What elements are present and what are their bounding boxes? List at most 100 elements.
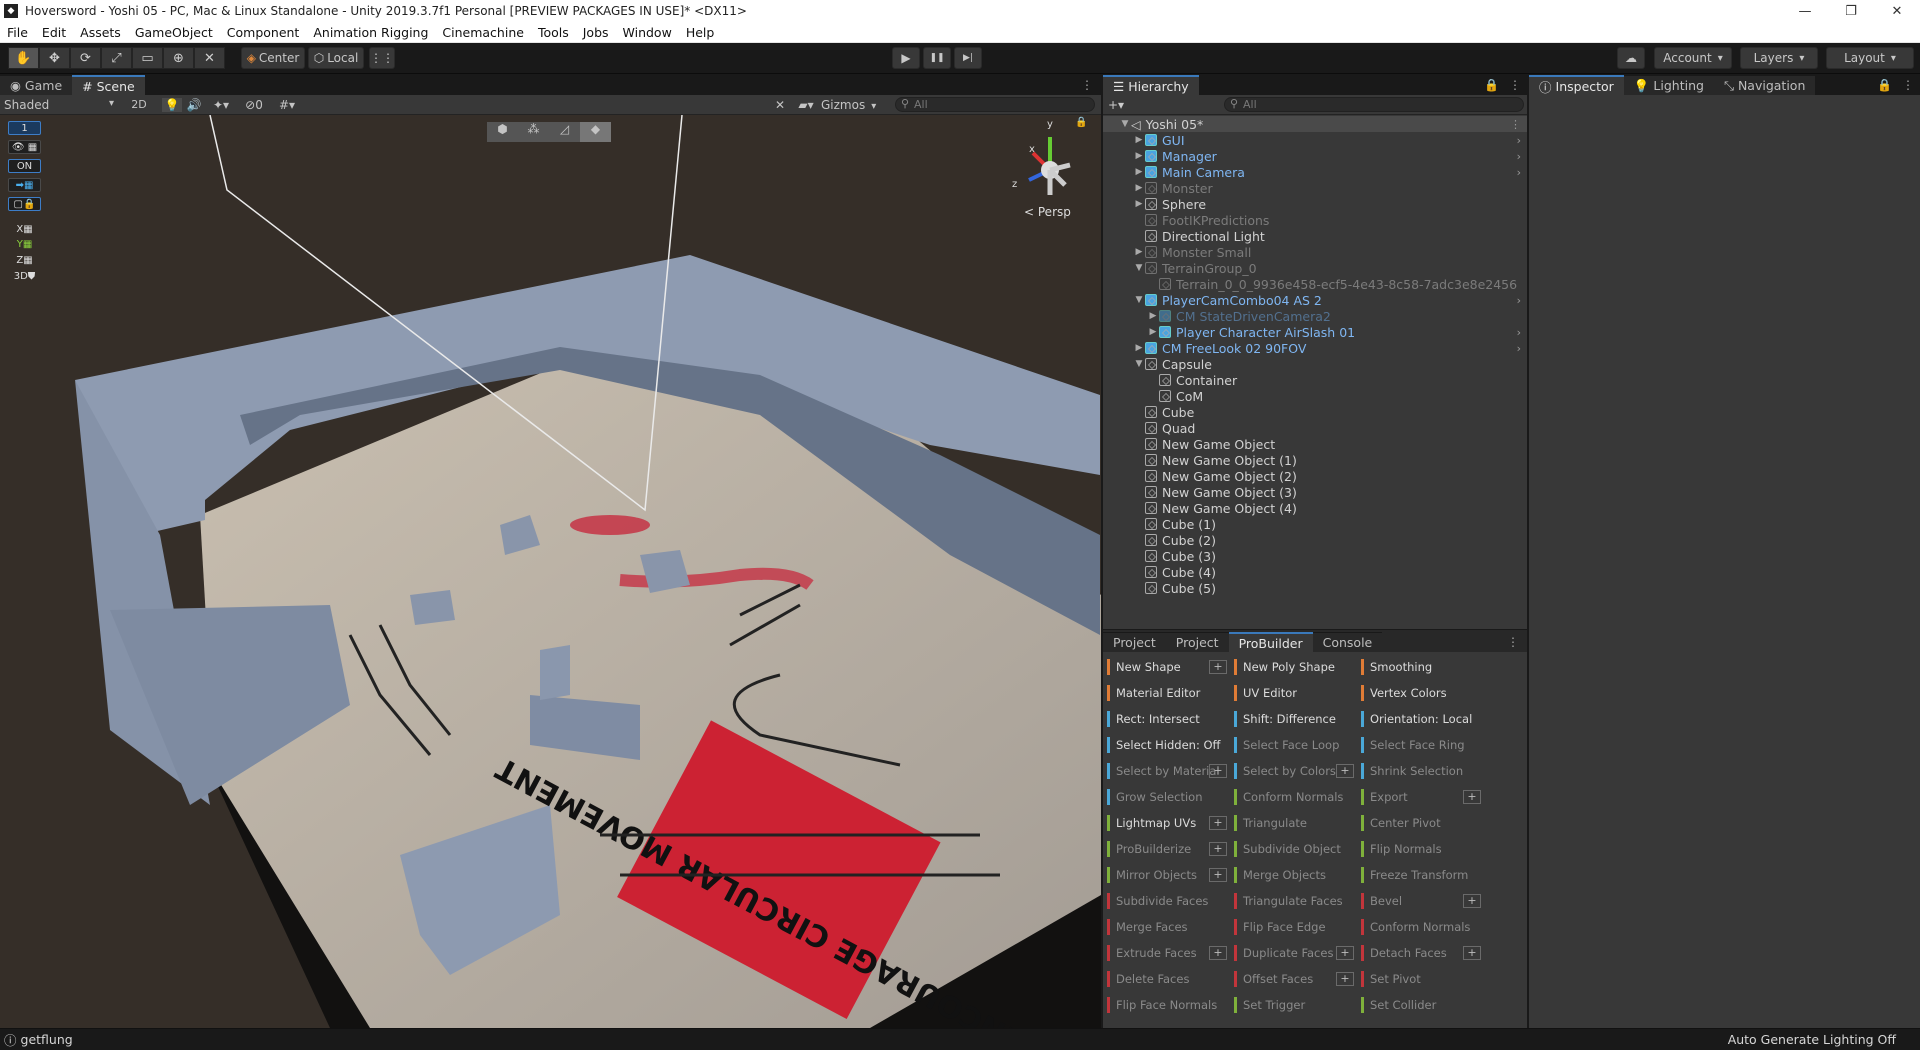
axis-y-toggle[interactable]: Y ▦: [8, 237, 41, 251]
tab-lighting[interactable]: 💡 Lighting: [1623, 75, 1714, 95]
persp-label[interactable]: < Persp: [1024, 205, 1071, 219]
scene-viewport[interactable]: ENCOURAGE CIRCULAR MOVEMENT 1 👁 ▦ ON ➡▦ …: [0, 115, 1101, 1028]
probuilder-action[interactable]: Smoothing: [1361, 656, 1481, 678]
expand-arrow-icon[interactable]: ▶: [1133, 135, 1145, 145]
options-plus-icon[interactable]: +: [1209, 842, 1227, 856]
tab-game[interactable]: ◉ Game: [0, 75, 73, 95]
menu-edit[interactable]: Edit: [35, 25, 73, 40]
hierarchy-item[interactable]: ▶ Sphere: [1103, 196, 1527, 212]
probuilder-action[interactable]: Vertex Colors: [1361, 682, 1481, 704]
grid-toggle-icon[interactable]: #▾: [272, 98, 302, 112]
inspector-lock-icon[interactable]: 🔒: [1873, 78, 1896, 95]
hierarchy-item[interactable]: Cube (2): [1103, 532, 1527, 548]
lighting-status[interactable]: Auto Generate Lighting Off: [1728, 1032, 1896, 1047]
hierarchy-item[interactable]: Container: [1103, 372, 1527, 388]
tab-inspector[interactable]: ⓘ Inspector: [1529, 75, 1624, 95]
options-plus-icon[interactable]: +: [1463, 790, 1481, 804]
probuilder-action[interactable]: Duplicate Faces +: [1234, 942, 1354, 964]
step-button[interactable]: ▶|: [954, 47, 982, 69]
hierarchy-item[interactable]: Terrain_0_0_9936e458-ecf5-4e43-8c58-7adc…: [1103, 276, 1527, 292]
probuilder-action[interactable]: Rect: Intersect: [1107, 708, 1227, 730]
probuilder-action[interactable]: Set Trigger: [1234, 994, 1354, 1016]
probuilder-action[interactable]: Subdivide Faces: [1107, 890, 1227, 912]
probuilder-action[interactable]: Select Face Ring: [1361, 734, 1481, 756]
probuilder-action[interactable]: Flip Normals: [1361, 838, 1481, 860]
account-dropdown[interactable]: Account: [1654, 47, 1732, 69]
hierarchy-item[interactable]: Cube (3): [1103, 548, 1527, 564]
tab-probuilder-2[interactable]: ProBuilder: [1228, 632, 1313, 652]
lock-toggle-icon[interactable]: ▢🔒: [8, 197, 41, 211]
hierarchy-item[interactable]: New Game Object: [1103, 436, 1527, 452]
menu-animation-rigging[interactable]: Animation Rigging: [306, 25, 435, 40]
options-plus-icon[interactable]: +: [1209, 946, 1227, 960]
inspector-menu-icon[interactable]: ⋮: [1896, 78, 1920, 95]
menu-file[interactable]: File: [0, 25, 35, 40]
mode-2d-toggle[interactable]: 2D: [128, 98, 150, 111]
close-button[interactable]: ✕: [1874, 0, 1920, 22]
hierarchy-item[interactable]: New Game Object (4): [1103, 500, 1527, 516]
open-prefab-arrow-icon[interactable]: ›: [1517, 150, 1521, 163]
tab-hierarchy[interactable]: ☰ Hierarchy: [1103, 75, 1199, 95]
probuilder-action[interactable]: Delete Faces: [1107, 968, 1227, 990]
expand-arrow-icon[interactable]: ▶: [1133, 167, 1145, 177]
rect-tool-icon[interactable]: ▭: [132, 47, 163, 69]
hierarchy-item[interactable]: New Game Object (2): [1103, 468, 1527, 484]
hierarchy-item[interactable]: ▶ Main Camera ›: [1103, 164, 1527, 180]
probuilder-action[interactable]: Select Face Loop: [1234, 734, 1354, 756]
tab-console-3[interactable]: Console: [1312, 632, 1383, 652]
probuilder-action[interactable]: Select by Material +: [1107, 760, 1227, 782]
hierarchy-item[interactable]: ▼ TerrainGroup_0: [1103, 260, 1527, 276]
hierarchy-item[interactable]: New Game Object (1): [1103, 452, 1527, 468]
play-button[interactable]: ▶: [892, 47, 920, 69]
probuilder-action[interactable]: Flip Face Edge: [1234, 916, 1354, 938]
expand-arrow-icon[interactable]: ▼: [1133, 263, 1145, 273]
probuilder-action[interactable]: Shift: Difference: [1234, 708, 1354, 730]
camera-settings-icon[interactable]: ▰▾: [791, 98, 821, 112]
edge-mode-icon[interactable]: ◿: [549, 122, 580, 142]
options-plus-icon[interactable]: +: [1336, 764, 1354, 778]
probuilder-action[interactable]: Merge Objects: [1234, 864, 1354, 886]
audio-toggle-icon[interactable]: 🔊: [182, 98, 206, 112]
tools-icon[interactable]: ✕: [769, 98, 791, 112]
minimize-button[interactable]: —: [1782, 0, 1828, 22]
expand-arrow-icon[interactable]: ▶: [1133, 199, 1145, 209]
lock-icon[interactable]: 🔒: [1075, 117, 1087, 128]
axis-x-toggle[interactable]: X ▦: [8, 222, 41, 236]
hierarchy-item[interactable]: ▼ PlayerCamCombo04 AS 2 ›: [1103, 292, 1527, 308]
options-plus-icon[interactable]: +: [1209, 868, 1227, 882]
snap-move-icon[interactable]: ➡▦: [8, 178, 41, 192]
probuilder-action[interactable]: New Shape +: [1107, 656, 1227, 678]
hierarchy-item[interactable]: ▶ Player Character AirSlash 01 ›: [1103, 324, 1527, 340]
menu-tools[interactable]: Tools: [531, 25, 576, 40]
hierarchy-item[interactable]: ▶ CM FreeLook 02 90FOV ›: [1103, 340, 1527, 356]
rotate-tool-icon[interactable]: ⟳: [70, 47, 101, 69]
scale-tool-icon[interactable]: ⤢: [101, 47, 132, 69]
create-dropdown-icon[interactable]: +▾: [1108, 98, 1138, 112]
hierarchy-item[interactable]: Cube (4): [1103, 564, 1527, 580]
probuilder-action[interactable]: Center Pivot: [1361, 812, 1481, 834]
probuilder-action[interactable]: Material Editor: [1107, 682, 1227, 704]
open-prefab-arrow-icon[interactable]: ›: [1517, 166, 1521, 179]
probuilder-action[interactable]: Merge Faces: [1107, 916, 1227, 938]
collapse-arrow-icon[interactable]: ▼: [1119, 119, 1131, 129]
probuilder-action[interactable]: Shrink Selection: [1361, 760, 1481, 782]
hierarchy-item[interactable]: Cube (1): [1103, 516, 1527, 532]
grid-snap-icon[interactable]: ⋮⋮: [369, 47, 395, 69]
hierarchy-scene-root[interactable]: ▼ ◁ Yoshi 05* ⋮: [1103, 116, 1527, 132]
expand-arrow-icon[interactable]: ▼: [1133, 295, 1145, 305]
axis-z-toggle[interactable]: Z ▦: [8, 253, 41, 267]
expand-arrow-icon[interactable]: ▶: [1133, 247, 1145, 257]
hierarchy-item[interactable]: ▼ Capsule: [1103, 356, 1527, 372]
scene-search-input[interactable]: All: [895, 97, 1095, 112]
probuilder-action[interactable]: Conform Normals: [1234, 786, 1354, 808]
restore-button[interactable]: ❐: [1828, 0, 1874, 22]
expand-arrow-icon[interactable]: ▼: [1133, 359, 1145, 369]
hand-tool-icon[interactable]: ✋: [8, 47, 39, 69]
hierarchy-item[interactable]: Cube (5): [1103, 580, 1527, 596]
scene-menu-icon[interactable]: ⋮: [1510, 118, 1521, 131]
vertex-mode-icon[interactable]: ⁂: [518, 122, 549, 142]
probuilder-action[interactable]: New Poly Shape: [1234, 656, 1354, 678]
hierarchy-item[interactable]: New Game Object (3): [1103, 484, 1527, 500]
hierarchy-menu-icon[interactable]: ⋮: [1503, 78, 1527, 95]
pivot-center-toggle[interactable]: ◈ Center: [241, 47, 305, 69]
